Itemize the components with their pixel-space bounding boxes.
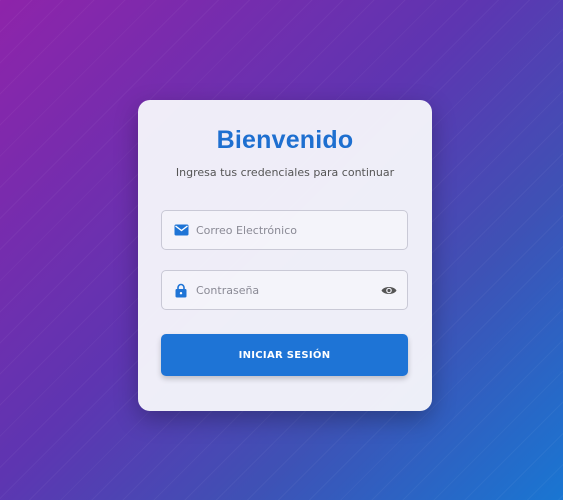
email-input[interactable] xyxy=(196,211,407,249)
lock-icon xyxy=(173,282,189,298)
page-subtitle: Ingresa tus credenciales para continuar xyxy=(175,166,395,179)
login-card: Bienvenido Ingresa tus credenciales para… xyxy=(138,100,432,411)
password-field[interactable] xyxy=(161,270,408,310)
login-button[interactable]: INICIAR SESIÓN xyxy=(161,334,408,376)
page-title: Bienvenido xyxy=(216,126,354,154)
eye-icon[interactable] xyxy=(379,280,399,300)
password-input[interactable] xyxy=(196,271,379,309)
email-icon xyxy=(173,222,189,238)
email-field[interactable] xyxy=(161,210,408,250)
